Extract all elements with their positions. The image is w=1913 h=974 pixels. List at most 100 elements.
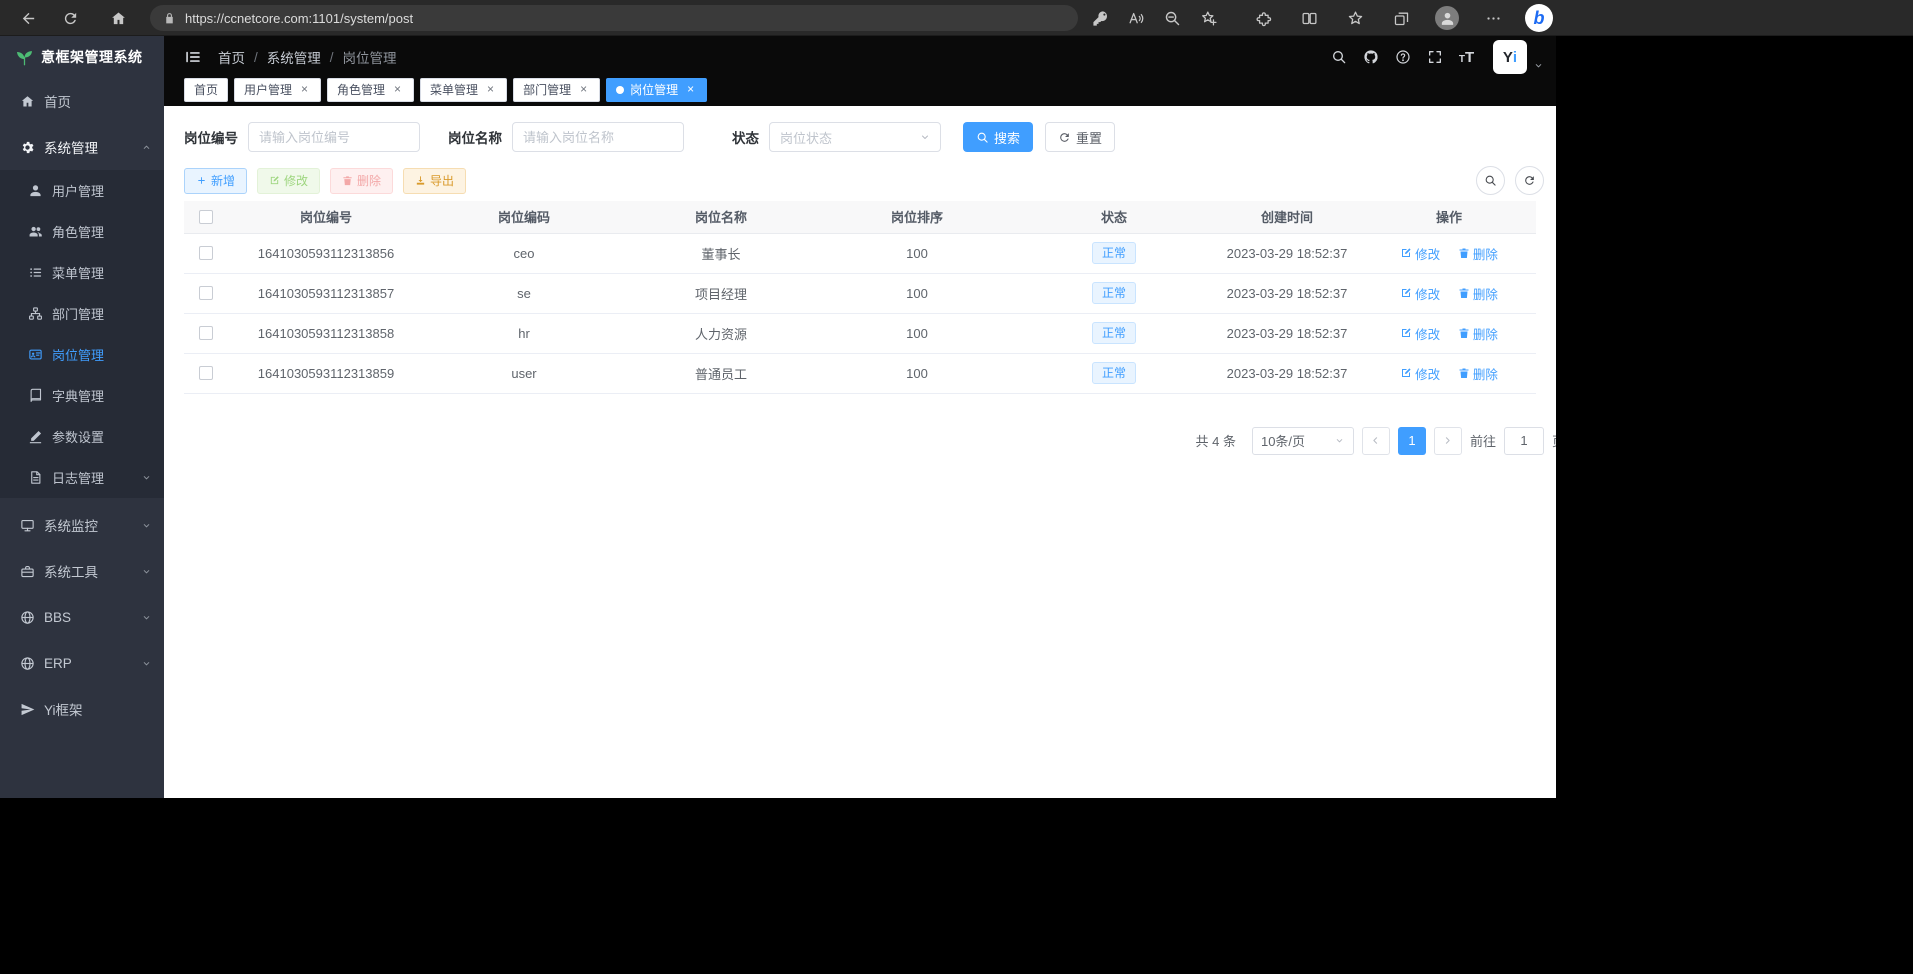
close-icon[interactable]: ×	[298, 83, 311, 96]
cell-post-code: hr	[424, 313, 624, 353]
post-code-label: 岗位编号	[184, 127, 238, 147]
tab-roles[interactable]: 角色管理 ×	[327, 78, 414, 102]
close-icon[interactable]: ×	[684, 83, 697, 96]
add-favorite-icon[interactable]	[1190, 3, 1226, 33]
delete-row-button[interactable]: 删除	[1458, 244, 1498, 263]
reset-button[interactable]: 重置	[1045, 122, 1115, 152]
pen-icon	[28, 429, 43, 444]
sidebar-item-users[interactable]: 用户管理	[0, 170, 164, 211]
search-icon[interactable]	[1324, 43, 1353, 72]
sidebar-collapse-icon[interactable]	[178, 42, 208, 72]
sidebar-item-home[interactable]: 首页	[0, 78, 164, 124]
page-size-select[interactable]: 10条/页	[1252, 427, 1354, 455]
delete-row-button[interactable]: 删除	[1458, 364, 1498, 383]
cell-post-code: se	[424, 273, 624, 313]
system-submenu: 用户管理 角色管理 菜单管理 部门管理 岗位管理 字典管理	[0, 170, 164, 498]
avatar-chevron-down-icon[interactable]	[1533, 60, 1544, 71]
sidebar-item-menus[interactable]: 菜单管理	[0, 252, 164, 293]
tab-posts[interactable]: 岗位管理 ×	[606, 78, 707, 102]
collections-icon[interactable]	[1378, 3, 1424, 33]
tab-home[interactable]: 首页	[184, 78, 228, 102]
goto-page-input[interactable]	[1504, 427, 1544, 455]
edit-button[interactable]: 修改	[257, 168, 320, 194]
tab-users[interactable]: 用户管理 ×	[234, 78, 321, 102]
password-key-icon[interactable]	[1082, 3, 1118, 33]
send-icon	[20, 702, 35, 717]
close-icon[interactable]: ×	[484, 83, 497, 96]
browser-back-button[interactable]	[13, 3, 43, 33]
browser-profile-avatar[interactable]	[1424, 3, 1470, 33]
gear-icon	[20, 140, 35, 155]
post-name-input[interactable]	[512, 122, 684, 152]
delete-row-button[interactable]: 删除	[1458, 324, 1498, 343]
close-icon[interactable]: ×	[391, 83, 404, 96]
zoom-out-icon[interactable]	[1154, 3, 1190, 33]
cell-post-sort: 100	[818, 233, 1016, 273]
sidebar-item-dictionary[interactable]: 字典管理	[0, 375, 164, 416]
list-icon	[28, 265, 43, 280]
row-checkbox[interactable]	[199, 326, 213, 340]
url-text: https://ccnetcore.com:1101/system/post	[185, 11, 413, 26]
github-icon[interactable]	[1356, 43, 1385, 72]
breadcrumb-system[interactable]: 系统管理	[267, 47, 321, 67]
tab-menus[interactable]: 菜单管理 ×	[420, 78, 507, 102]
row-checkbox[interactable]	[199, 366, 213, 380]
breadcrumb-home[interactable]: 首页	[218, 47, 245, 67]
favorites-icon[interactable]	[1332, 3, 1378, 33]
edit-icon	[1400, 367, 1412, 379]
edit-row-button[interactable]: 修改	[1400, 284, 1440, 303]
sidebar-item-erp[interactable]: ERP	[0, 640, 164, 686]
column-header-status: 状态	[1016, 201, 1212, 233]
edit-icon	[1400, 327, 1412, 339]
refresh-table-button[interactable]	[1515, 166, 1544, 195]
prev-page-button[interactable]	[1362, 427, 1390, 455]
cell-post-sort: 100	[818, 313, 1016, 353]
close-icon[interactable]: ×	[577, 83, 590, 96]
sidebar-item-parameters[interactable]: 参数设置	[0, 416, 164, 457]
browser-menu-icon[interactable]	[1470, 3, 1516, 33]
delete-row-button[interactable]: 删除	[1458, 284, 1498, 303]
user-avatar[interactable]: Yi	[1493, 40, 1527, 74]
sidebar-item-yi-framework[interactable]: Yi框架	[0, 686, 164, 732]
row-checkbox[interactable]	[199, 246, 213, 260]
app-logo[interactable]: 意框架管理系统	[0, 36, 164, 78]
top-navbar: 首页 / 系统管理 / 岗位管理 TT Yi	[164, 36, 1556, 78]
chevron-right-icon	[1441, 434, 1454, 447]
select-all-checkbox[interactable]	[199, 210, 213, 224]
edit-row-button[interactable]: 修改	[1400, 324, 1440, 343]
sidebar-item-posts[interactable]: 岗位管理	[0, 334, 164, 375]
sidebar-item-roles[interactable]: 角色管理	[0, 211, 164, 252]
add-button[interactable]: 新增	[184, 168, 247, 194]
sidebar-item-logs[interactable]: 日志管理	[0, 457, 164, 498]
address-bar[interactable]: https://ccnetcore.com:1101/system/post	[150, 5, 1078, 31]
browser-refresh-button[interactable]	[55, 3, 85, 33]
extensions-icon[interactable]	[1240, 3, 1286, 33]
post-name-label: 岗位名称	[448, 127, 502, 147]
tab-departments[interactable]: 部门管理 ×	[513, 78, 600, 102]
sidebar-item-departments[interactable]: 部门管理	[0, 293, 164, 334]
sidebar-item-monitoring[interactable]: 系统监控	[0, 502, 164, 548]
post-code-input[interactable]	[248, 122, 420, 152]
edit-row-button[interactable]: 修改	[1400, 244, 1440, 263]
row-checkbox[interactable]	[199, 286, 213, 300]
next-page-button[interactable]	[1434, 427, 1462, 455]
help-icon[interactable]	[1388, 43, 1417, 72]
current-page-button[interactable]: 1	[1398, 427, 1426, 455]
split-screen-icon[interactable]	[1286, 3, 1332, 33]
sidebar-item-tools[interactable]: 系统工具	[0, 548, 164, 594]
fullscreen-icon[interactable]	[1420, 43, 1449, 72]
lock-icon	[163, 12, 176, 25]
read-aloud-icon[interactable]	[1118, 3, 1154, 33]
font-size-icon[interactable]: TT	[1452, 43, 1481, 72]
export-button[interactable]: 导出	[403, 168, 466, 194]
sidebar-item-system[interactable]: 系统管理	[0, 124, 164, 170]
browser-home-button[interactable]	[103, 3, 133, 33]
edit-icon	[1400, 247, 1412, 259]
delete-button[interactable]: 删除	[330, 168, 393, 194]
search-button[interactable]: 搜索	[963, 122, 1033, 152]
status-select[interactable]: 岗位状态	[769, 122, 941, 152]
toggle-search-button[interactable]	[1476, 166, 1505, 195]
sidebar-item-bbs[interactable]: BBS	[0, 594, 164, 640]
copilot-bing-icon[interactable]: b	[1516, 3, 1562, 33]
edit-row-button[interactable]: 修改	[1400, 364, 1440, 383]
